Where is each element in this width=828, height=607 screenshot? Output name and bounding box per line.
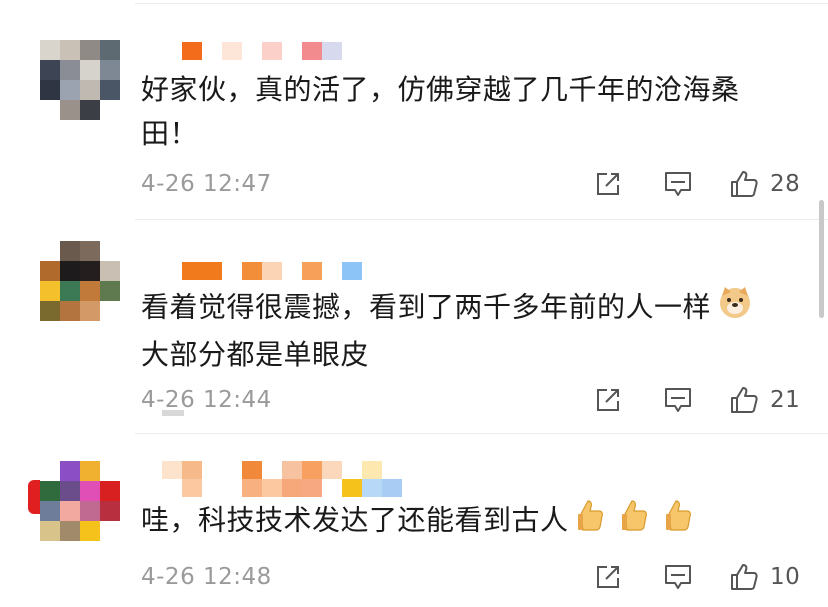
doge-emoji (717, 284, 753, 333)
comment-actions: 10 (592, 561, 800, 593)
comment-line: 看着觉得很震撼，看到了两千多年前的人一样 (141, 284, 796, 333)
share-button[interactable] (592, 561, 624, 593)
share-button[interactable] (592, 384, 624, 416)
comment-timestamp: 4-26 12:44 (141, 387, 272, 413)
share-icon (597, 566, 619, 588)
comment-text: 好家伙，真的活了，仿佛穿越了几千年的沧海桑田！ (141, 68, 796, 156)
thumbs-up-icon (731, 171, 758, 197)
reply-button[interactable] (662, 384, 694, 416)
like-count: 10 (770, 564, 801, 590)
red-marker (28, 480, 40, 514)
comment-text: 哇，科技技术发达了还能看到古人 (141, 498, 796, 545)
comment-timestamp: 4-26 12:47 (141, 171, 272, 197)
comment-body: 好家伙，真的活了，仿佛穿越了几千年的沧海桑田！ (141, 73, 740, 150)
reply-button[interactable] (662, 561, 694, 593)
like-button[interactable] (728, 168, 760, 200)
username-blurred[interactable] (162, 262, 362, 280)
comment-text: 看着觉得很震撼，看到了两千多年前的人一样 大部分都是单眼皮 (141, 284, 796, 377)
avatar[interactable] (40, 241, 120, 321)
divider (135, 219, 828, 220)
comment-body: 看着觉得很震撼，看到了两千多年前的人一样 (141, 290, 712, 324)
thumbs-up-emoji (663, 498, 693, 545)
like-count: 28 (770, 171, 801, 197)
thumbs-up-icon (731, 564, 758, 590)
avatar[interactable] (40, 461, 120, 541)
share-icon (597, 173, 619, 195)
like-count: 21 (770, 387, 801, 413)
comment-icon (665, 565, 691, 589)
comment-icon (665, 388, 691, 412)
comment-actions: 21 (592, 384, 800, 416)
username-blurred[interactable] (162, 42, 342, 60)
scrollbar[interactable] (819, 200, 824, 318)
comment-line: 大部分都是单眼皮 (141, 338, 370, 371)
username-blurred[interactable] (162, 461, 422, 497)
thumbs-up-emoji (619, 498, 649, 545)
like-button[interactable] (728, 561, 760, 593)
thumbs-up-emoji (575, 498, 605, 545)
thumbs-up-icon (731, 387, 758, 413)
comment-actions: 28 (592, 168, 800, 200)
share-button[interactable] (592, 168, 624, 200)
divider (135, 433, 828, 434)
comment-timestamp: 4-26 12:48 (141, 564, 272, 590)
like-button[interactable] (728, 384, 760, 416)
top-divider (135, 3, 828, 4)
comment-icon (665, 172, 691, 196)
avatar[interactable] (40, 40, 120, 120)
reply-button[interactable] (662, 168, 694, 200)
comment-body: 哇，科技技术发达了还能看到古人 (141, 503, 569, 537)
share-icon (597, 389, 619, 411)
